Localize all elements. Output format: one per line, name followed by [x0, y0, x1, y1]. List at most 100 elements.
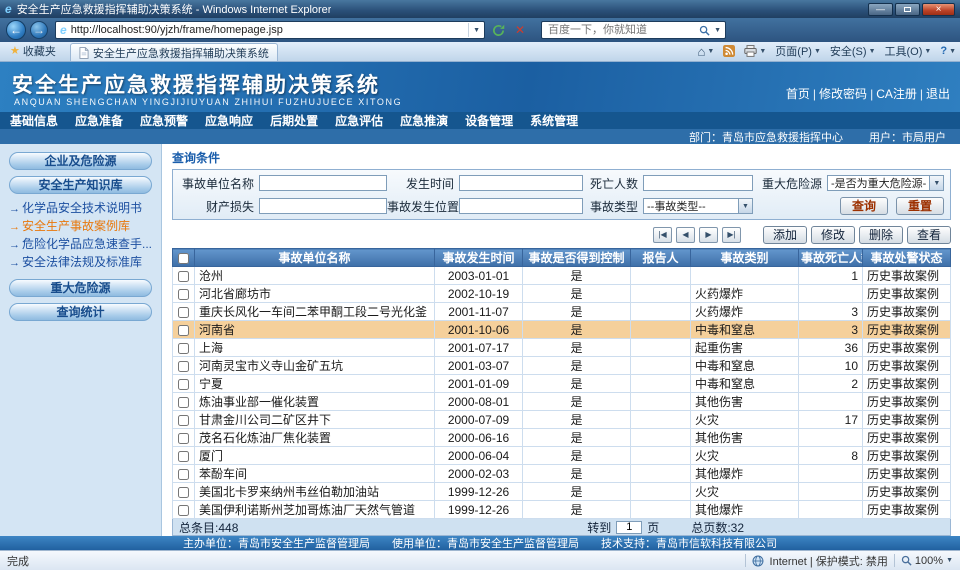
view-button[interactable]: 查看: [907, 226, 951, 244]
search-dropdown-icon[interactable]: ▼: [714, 27, 721, 34]
accident-type-select[interactable]: --事故类型-- ▼: [643, 198, 753, 214]
menu-item[interactable]: 应急推演: [400, 112, 448, 129]
select-all-checkbox[interactable]: [178, 253, 189, 264]
table-row[interactable]: 炼油事业部一催化装置 2000-08-01 是 其他伤害 历史事故案例: [173, 393, 951, 411]
deaths-input[interactable]: [643, 175, 753, 191]
header-link[interactable]: 首页: [786, 85, 810, 102]
table-row[interactable]: 茂名石化炼油厂焦化装置 2000-06-16 是 其他伤害 历史事故案例: [173, 429, 951, 447]
sidebar-link[interactable]: →危险化学品应急速查手...: [9, 236, 152, 254]
pagination-last-button[interactable]: ▶|: [722, 227, 741, 243]
unit-name-input[interactable]: [259, 175, 387, 191]
minimize-button[interactable]: —: [868, 3, 893, 16]
goto-page-input[interactable]: [616, 521, 642, 534]
row-checkbox[interactable]: [178, 487, 189, 498]
sidebar-button-major-hazard[interactable]: 重大危险源: [9, 279, 152, 297]
favorites-button[interactable]: ★ 收藏夹: [4, 41, 62, 61]
close-button[interactable]: ×: [922, 3, 955, 16]
table-row[interactable]: 河南灵宝市义寺山金矿五坑 2001-03-07 是 中毒和窒息 10 历史事故案…: [173, 357, 951, 375]
table-row[interactable]: 美国伊利诺斯州芝加哥炼油厂天然气管道 1999-12-26 是 其他爆炸 历史事…: [173, 501, 951, 519]
command-tools[interactable]: 工具(O)▼: [885, 43, 932, 59]
menu-item[interactable]: 设备管理: [465, 112, 513, 129]
sidebar-button-query-stats[interactable]: 查询统计: [9, 303, 152, 321]
pagination-next-button[interactable]: ▶: [699, 227, 718, 243]
main-content: 查询条件 事故单位名称 发生时间 死亡人数 重大危险源 -是否为重大危险源- ▼: [162, 144, 960, 536]
menu-item[interactable]: 应急准备: [75, 112, 123, 129]
table-row[interactable]: 甘肃金川公司二矿区井下 2000-07-09 是 火灾 17 历史事故案例: [173, 411, 951, 429]
total-items: 总条目:448: [179, 519, 238, 536]
home-icon: ⌂: [698, 45, 706, 58]
menu-item[interactable]: 系统管理: [530, 112, 578, 129]
cell-unit-name: 厦门: [195, 447, 435, 465]
search-magnifier-icon[interactable]: [699, 25, 710, 36]
menu-item[interactable]: 应急预警: [140, 112, 188, 129]
row-checkbox[interactable]: [178, 343, 189, 354]
back-button[interactable]: ←: [6, 20, 26, 40]
menu-item[interactable]: 应急评估: [335, 112, 383, 129]
cell-reporter: [631, 357, 691, 375]
major-hazard-select[interactable]: -是否为重大危险源- ▼: [827, 175, 944, 191]
menu-item[interactable]: 基础信息: [10, 112, 58, 129]
table-row[interactable]: 重庆长风化一车间二苯甲酮工段二号光化釜 2001-11-07 是 火药爆炸 3 …: [173, 303, 951, 321]
search-input[interactable]: [546, 23, 695, 37]
row-checkbox[interactable]: [178, 505, 189, 516]
table-row[interactable]: 河南省 2001-10-06 是 中毒和窒息 3 历史事故案例: [173, 321, 951, 339]
row-checkbox[interactable]: [178, 397, 189, 408]
row-checkbox[interactable]: [178, 433, 189, 444]
cell-reporter: [631, 339, 691, 357]
forward-button[interactable]: →: [30, 21, 48, 39]
help-button[interactable]: ?▼: [940, 45, 956, 57]
table-row[interactable]: 沧州 2003-01-01 是 1 历史事故案例: [173, 267, 951, 285]
table-row[interactable]: 苯酚车间 2000-02-03 是 其他爆炸 历史事故案例: [173, 465, 951, 483]
header-link[interactable]: 修改密码: [810, 85, 867, 102]
command-page[interactable]: 页面(P)▼: [775, 43, 821, 59]
stop-button[interactable]: ✕: [511, 21, 529, 39]
header-link[interactable]: CA注册: [867, 85, 917, 102]
col-header-deaths: 事故死亡人数: [799, 249, 863, 267]
row-checkbox[interactable]: [178, 271, 189, 282]
sidebar-button-knowledge-base[interactable]: 安全生产知识库: [9, 176, 152, 194]
cell-deaths: 2: [799, 375, 863, 393]
pagination-first-button[interactable]: |◀: [653, 227, 672, 243]
row-checkbox[interactable]: [178, 469, 189, 480]
tab-title: 安全生产应急救援指挥辅助决策系统: [93, 45, 269, 61]
row-checkbox[interactable]: [178, 379, 189, 390]
table-row[interactable]: 上海 2001-07-17 是 起重伤害 36 历史事故案例: [173, 339, 951, 357]
feeds-button[interactable]: [723, 45, 735, 57]
pagination-prev-button[interactable]: ◀: [676, 227, 695, 243]
edit-button[interactable]: 修改: [811, 226, 855, 244]
table-row[interactable]: 厦门 2000-06-04 是 火灾 8 历史事故案例: [173, 447, 951, 465]
search-button[interactable]: 查询: [840, 197, 888, 215]
header-link[interactable]: 退出: [917, 85, 950, 102]
sidebar-link[interactable]: →安全生产事故案例库: [9, 218, 152, 236]
zoom-control[interactable]: 100% ▼: [901, 555, 953, 567]
delete-button[interactable]: 删除: [859, 226, 903, 244]
browser-tab[interactable]: 安全生产应急救援指挥辅助决策系统: [70, 43, 278, 61]
command-safety[interactable]: 安全(S)▼: [830, 43, 876, 59]
menu-item[interactable]: 后期处置: [270, 112, 318, 129]
add-button[interactable]: 添加: [763, 226, 807, 244]
maximize-button[interactable]: [895, 3, 920, 16]
home-button[interactable]: ⌂▼: [698, 45, 715, 58]
property-loss-input[interactable]: [259, 198, 387, 214]
sidebar-link[interactable]: →化学品安全技术说明书: [9, 200, 152, 218]
print-button[interactable]: ▼: [744, 45, 766, 57]
table-row[interactable]: 宁夏 2001-01-09 是 中毒和窒息 2 历史事故案例: [173, 375, 951, 393]
sidebar-link[interactable]: →安全法律法规及标准库: [9, 254, 152, 272]
row-checkbox[interactable]: [178, 307, 189, 318]
location-input[interactable]: [459, 198, 583, 214]
address-input[interactable]: [71, 24, 464, 36]
address-dropdown-icon[interactable]: ▼: [468, 23, 480, 37]
row-checkbox[interactable]: [178, 361, 189, 372]
row-checkbox[interactable]: [178, 451, 189, 462]
menu-item[interactable]: 应急响应: [205, 112, 253, 129]
table-row[interactable]: 河北省廊坊市 2002-10-19 是 火药爆炸 历史事故案例: [173, 285, 951, 303]
table-toolbar: |◀ ◀ ▶ ▶| 添加 修改 删除 查看: [172, 226, 951, 244]
row-checkbox[interactable]: [178, 289, 189, 300]
refresh-button[interactable]: [489, 21, 507, 39]
occur-time-input[interactable]: [459, 175, 583, 191]
row-checkbox[interactable]: [178, 415, 189, 426]
row-checkbox[interactable]: [178, 325, 189, 336]
reset-button[interactable]: 重置: [896, 197, 944, 215]
table-row[interactable]: 美国北卡罗来纳州韦丝伯勒加油站 1999-12-26 是 火灾 历史事故案例: [173, 483, 951, 501]
sidebar-button-enterprise-hazard[interactable]: 企业及危险源: [9, 152, 152, 170]
